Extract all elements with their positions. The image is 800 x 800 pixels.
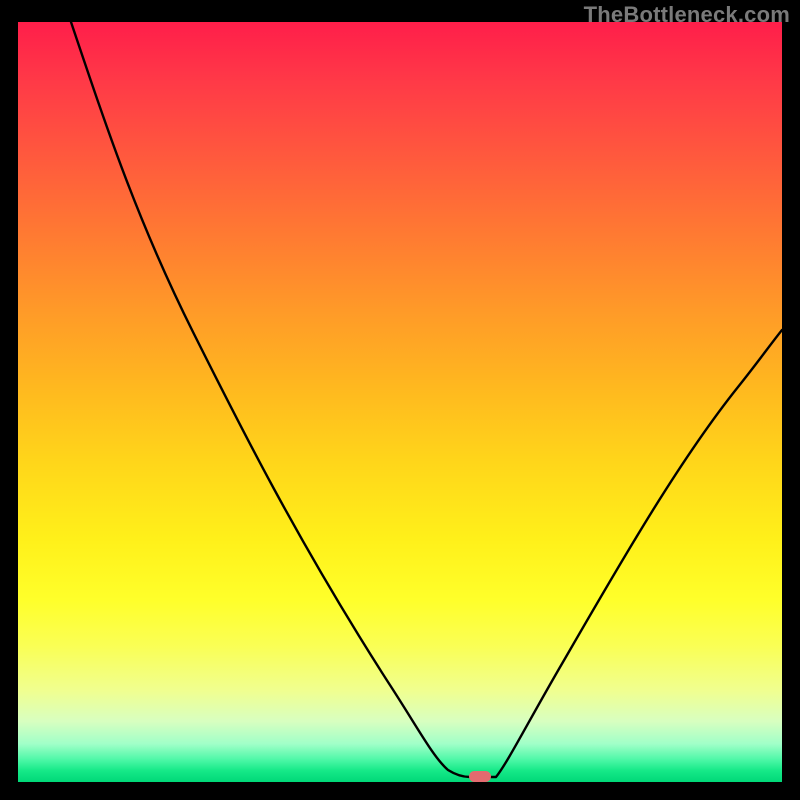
chart-frame: TheBottleneck.com (0, 0, 800, 800)
bottleneck-curve (71, 22, 782, 777)
curve-svg (18, 22, 782, 782)
plot-area (18, 22, 782, 782)
optimum-marker (469, 771, 491, 782)
